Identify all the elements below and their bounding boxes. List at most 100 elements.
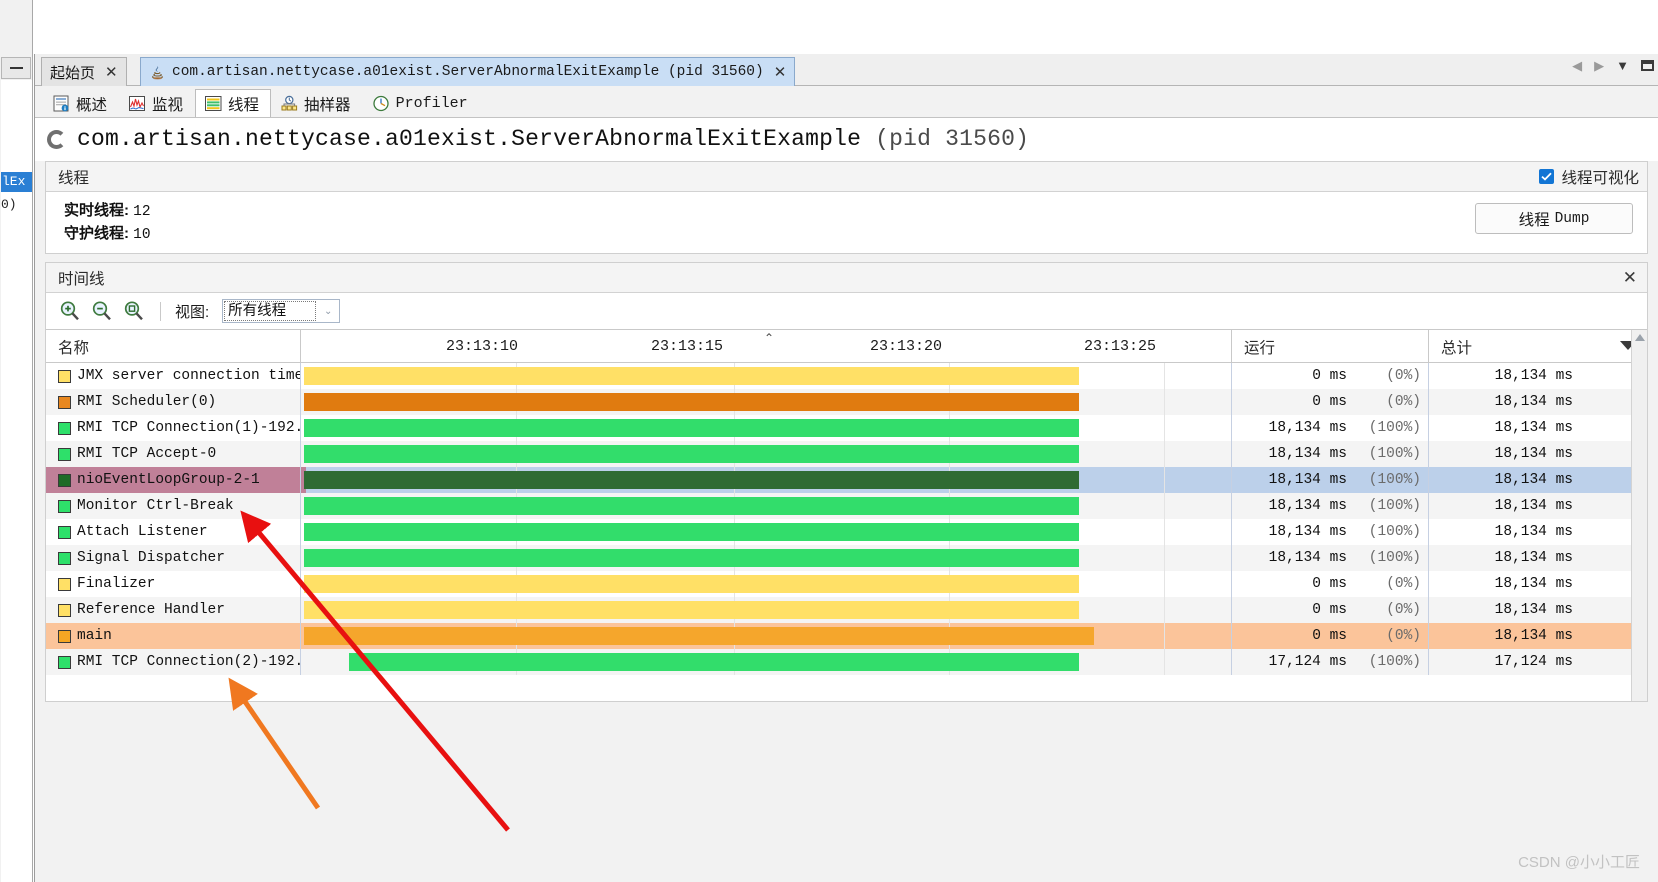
thread-name-cell[interactable]: main <box>46 623 300 649</box>
thread-name-cell[interactable]: JMX server connection time <box>46 363 300 389</box>
thread-name-cell[interactable]: nioEventLoopGroup-2-1 <box>46 467 300 493</box>
timeline-gridline <box>1164 441 1165 467</box>
vertical-scrollbar[interactable] <box>1631 330 1647 701</box>
running-time-cell: 18,134 ms (100%) <box>1232 519 1421 545</box>
column-header-running[interactable]: 运行 <box>1232 330 1418 363</box>
thread-activity-bar <box>304 393 1079 411</box>
column-header-total[interactable]: 总计 <box>1429 330 1589 363</box>
threads-icon <box>205 96 222 111</box>
tab-profiler[interactable]: Profiler <box>363 89 480 117</box>
tab-sampler-label: 抽样器 <box>304 96 351 114</box>
table-row[interactable]: RMI TCP Connection(2)-192. 17,124 ms (100%… <box>46 649 1647 675</box>
thread-name-cell[interactable]: RMI TCP Accept-0 <box>46 441 300 467</box>
thread-dump-button[interactable]: 线程 Dump <box>1475 203 1633 234</box>
table-row[interactable]: RMI TCP Connection(1)-192. 18,134 ms (100%… <box>46 415 1647 441</box>
thread-activity-bar <box>304 601 1079 619</box>
tab-start-page-label: 起始页 <box>50 64 96 82</box>
thread-dump-label-cn: 线程 <box>1518 211 1550 229</box>
table-row[interactable]: RMI TCP Accept-0 18,134 ms (100%) 18,134 ms <box>46 441 1647 467</box>
thread-visualization-checkbox[interactable]: 线程可视化 <box>1539 166 1639 188</box>
running-time-percent: (100%) <box>1368 420 1421 436</box>
close-icon[interactable]: ✕ <box>774 63 787 81</box>
thread-name-cell[interactable]: Signal Dispatcher <box>46 545 300 571</box>
zoom-out-icon[interactable] <box>90 299 114 323</box>
toolbar-divider <box>160 301 161 321</box>
total-time-cell: 18,134 ms <box>1429 363 1573 389</box>
timeline-toolbar: 视图: 所有线程 ⌄ <box>46 293 1647 329</box>
thread-activity-bar <box>304 471 1079 489</box>
tab-profiler-label: Profiler <box>395 95 468 112</box>
total-time-cell: 18,134 ms <box>1429 389 1573 415</box>
table-row[interactable]: Attach Listener 18,134 ms (100%) 18,134 ms <box>46 519 1647 545</box>
timeline-gridline <box>1164 597 1165 623</box>
page-title-pid: (pid 31560) <box>875 126 1030 152</box>
scroll-up-icon[interactable] <box>1635 334 1645 341</box>
total-time-value: 17,124 ms <box>1494 654 1573 670</box>
thread-name-cell[interactable]: Monitor Ctrl-Break <box>46 493 300 519</box>
chevron-left-icon[interactable]: ◀ <box>1572 59 1582 72</box>
thread-name-cell[interactable]: RMI TCP Connection(1)-192. <box>46 415 300 441</box>
tab-strip-controls: ◀ ▶ ▼ <box>1572 59 1654 72</box>
tab-sampler[interactable]: 抽样器 <box>271 89 363 117</box>
tab-overview[interactable]: 概述 <box>43 89 119 117</box>
total-time-value: 18,134 ms <box>1494 602 1573 618</box>
running-time-percent: (0%) <box>1386 368 1421 384</box>
table-row[interactable]: RMI Scheduler(0) 0 ms (0%) 18,134 ms <box>46 389 1647 415</box>
tab-application[interactable]: com.artisan.nettycase.a01exist.ServerAbn… <box>140 57 796 86</box>
timeline-gridline <box>1164 571 1165 597</box>
minimize-icon <box>9 67 23 69</box>
running-time-value: 18,134 ms <box>1268 446 1347 462</box>
thread-name-cell[interactable]: Attach Listener <box>46 519 300 545</box>
maximize-icon[interactable] <box>1641 60 1654 71</box>
chevron-right-icon[interactable]: ▶ <box>1594 59 1604 72</box>
total-time-cell: 18,134 ms <box>1429 467 1573 493</box>
thread-name-cell[interactable]: RMI Scheduler(0) <box>46 389 300 415</box>
running-time-value: 18,134 ms <box>1268 550 1347 566</box>
timeline-gridline <box>1164 363 1165 389</box>
ide-left-selected-item[interactable]: lEx <box>1 172 32 192</box>
tab-monitor[interactable]: 监视 <box>119 89 195 117</box>
tab-threads[interactable]: 线程 <box>195 89 272 117</box>
zoom-in-icon[interactable] <box>58 299 82 323</box>
sampler-icon <box>281 95 298 111</box>
running-time-cell: 18,134 ms (100%) <box>1232 493 1421 519</box>
thread-name-cell[interactable]: RMI TCP Connection(2)-192. <box>46 649 300 675</box>
visualvm-window: lEx 0) 起始页 ✕ com.artisan.nettycase.a01ex… <box>0 0 1658 882</box>
view-tab-bar: 概述 监视 线程 抽样器 Profiler <box>35 86 1658 118</box>
table-row[interactable]: Reference Handler 0 ms (0%) 18,134 ms <box>46 597 1647 623</box>
thread-name-cell[interactable]: Finalizer <box>46 571 300 597</box>
minimize-button[interactable] <box>1 57 31 79</box>
tab-start-page[interactable]: 起始页 ✕ <box>41 57 127 86</box>
header-divider <box>1231 330 1232 363</box>
column-header-name[interactable]: 名称 <box>46 330 300 363</box>
time-tick: 23:13:15 <box>651 338 724 355</box>
close-icon[interactable]: ✕ <box>105 63 118 81</box>
daemon-threads-value: 10 <box>133 227 151 243</box>
zoom-fit-icon[interactable] <box>122 299 146 323</box>
table-row[interactable]: nioEventLoopGroup-2-1 18,134 ms (100%) 18,1… <box>46 467 1647 493</box>
profiler-icon <box>372 95 389 112</box>
thread-name-cell[interactable]: Reference Handler <box>46 597 300 623</box>
close-icon[interactable]: ✕ <box>1623 269 1637 286</box>
checkbox-checked-icon <box>1539 169 1555 184</box>
table-row[interactable]: Signal Dispatcher 18,134 ms (100%) 18,134 m… <box>46 545 1647 571</box>
running-time-percent: (100%) <box>1368 524 1421 540</box>
view-select[interactable]: 所有线程 ⌄ <box>222 299 341 323</box>
watermark: CSDN @小小工匠 <box>1518 854 1640 871</box>
threads-panel-title: 线程 <box>58 169 90 187</box>
table-row[interactable]: JMX server connection time 0 ms (0%) 18,134… <box>46 363 1647 389</box>
total-time-cell: 17,124 ms <box>1429 649 1573 675</box>
chevron-down-icon[interactable]: ▼ <box>1616 59 1629 72</box>
thread-name-label: JMX server connection time <box>77 368 300 384</box>
running-time-percent: (100%) <box>1368 550 1421 566</box>
total-time-value: 18,134 ms <box>1494 472 1573 488</box>
running-time-percent: (100%) <box>1368 446 1421 462</box>
total-time-value: 18,134 ms <box>1494 420 1573 436</box>
table-row[interactable]: main 0 ms (0%) 18,134 ms <box>46 623 1647 649</box>
table-row[interactable]: Finalizer 0 ms (0%) 18,134 ms <box>46 571 1647 597</box>
table-row[interactable]: Monitor Ctrl-Break 18,134 ms (100%) 18,134 … <box>46 493 1647 519</box>
running-time-cell: 18,134 ms (100%) <box>1232 415 1421 441</box>
table-body: JMX server connection time 0 ms (0%) 18,134… <box>46 363 1647 701</box>
overview-icon <box>53 95 69 112</box>
timeline-gridline <box>1164 467 1165 493</box>
